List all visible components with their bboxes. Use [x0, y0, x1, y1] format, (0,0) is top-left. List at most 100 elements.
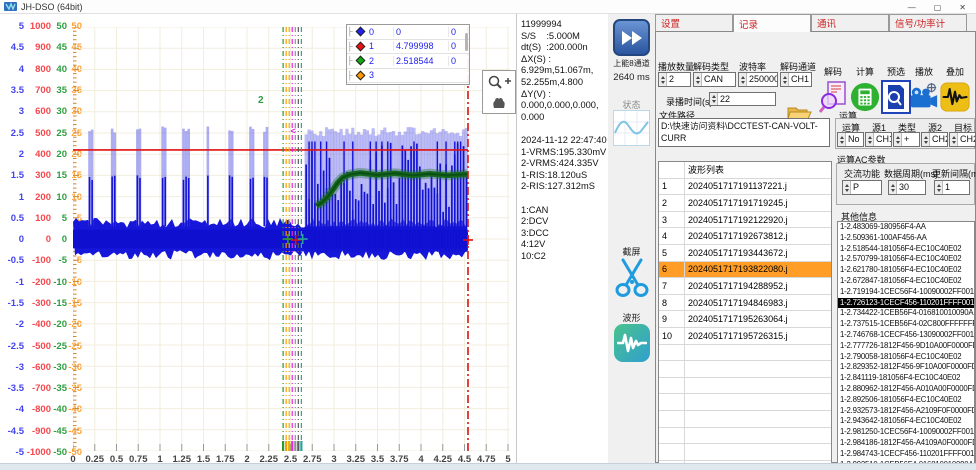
fast-forward-button[interactable]	[613, 19, 650, 56]
status-waveform-icon[interactable]	[613, 110, 650, 146]
wave-file-row[interactable]	[659, 394, 831, 411]
decoded-frame-row[interactable]: 1-2.829352-1812F456-9F10A00F0000FD	[838, 362, 974, 373]
decoded-frame-row[interactable]: 1-2.984743-1CECF456-110201FFFF001100	[838, 449, 974, 460]
decoded-frame-row[interactable]: 1-2.719194-1CEC56F4-10090002FF001100	[838, 287, 974, 298]
op-src1-input[interactable]: CH1	[865, 132, 892, 147]
baud-rate-input[interactable]: 250000	[738, 72, 778, 87]
y-tick-label: 300	[24, 170, 51, 181]
decoded-frame-row[interactable]: 1-2.737515-1CEB56F4-02C800FFFFFFFFFF	[838, 319, 974, 330]
decoded-frame-row[interactable]: 1-2.984186-1812F456-A4109A0F0000FD	[838, 438, 974, 449]
decoded-frames-list[interactable]: 1-2.483069-180956F4-AA1-2.509361-100AF45…	[837, 221, 975, 470]
wave-file-row[interactable]: 62024051717193822080.j	[659, 262, 831, 279]
decoded-frame-row[interactable]: 1-2.672847-181056F4-EC10C40E02	[838, 276, 974, 287]
spinner-arrows[interactable]	[843, 181, 851, 194]
maximize-button[interactable]: ▢	[934, 3, 942, 12]
wave-file-row[interactable]: 22024051717191719245.j	[659, 195, 831, 212]
op-target-input[interactable]: CH2	[949, 132, 976, 147]
minimize-button[interactable]: —	[908, 3, 916, 12]
wave-file-row[interactable]: 92024051717195263064.j	[659, 311, 831, 328]
ac-function-input[interactable]: P	[842, 180, 882, 195]
tab-comm[interactable]: 通讯	[811, 14, 889, 31]
wave-file-row[interactable]	[659, 444, 831, 461]
file-path-value[interactable]: D:\快速访问资料\DCCTEST-CAN-VOLT-CURR	[658, 118, 830, 147]
decoded-frame-row[interactable]: 1-2.943642-181056F4-EC10C40E02	[838, 416, 974, 427]
record-time-input[interactable]: 22	[709, 92, 776, 106]
wave-file-row[interactable]	[659, 345, 831, 362]
decoded-frame-row[interactable]: 1-2.892506-181056F4-EC10C40E02	[838, 395, 974, 406]
wave-file-row[interactable]: 102024051717195726315.j	[659, 328, 831, 345]
wave-file-row[interactable]: 82024051717194846983.j	[659, 295, 831, 312]
y-tick-label: 25	[51, 128, 67, 139]
decoded-frame-row[interactable]: 1-2.734422-1CEB56F4-016810010090A15A	[838, 308, 974, 319]
screenshot-scissors-icon[interactable]	[614, 257, 650, 299]
channel-legend[interactable]: ├000├14.7999980├22.5185440├3	[346, 24, 470, 85]
spinner-arrows[interactable]	[894, 133, 902, 146]
spinner-arrows[interactable]	[935, 181, 943, 194]
spinner-arrows[interactable]	[950, 133, 958, 146]
y-tick-label: -10	[51, 277, 67, 288]
wave-file-row[interactable]: 42024051717192673812.j	[659, 228, 831, 245]
play-count-input[interactable]: 2	[658, 72, 691, 87]
pan-hand-icon[interactable]	[491, 95, 507, 110]
decoded-frame-row[interactable]: 1-2.841119-181056F4-EC10C40E02	[838, 373, 974, 384]
ac-interval-input[interactable]: 1	[934, 180, 970, 195]
decode-type-input[interactable]: CAN	[693, 72, 736, 87]
op-func-input[interactable]: No	[837, 132, 864, 147]
decode-channel-input[interactable]: CH1	[780, 72, 812, 87]
close-button[interactable]: ✕	[959, 3, 966, 12]
spinner-arrows[interactable]	[710, 93, 718, 105]
decoded-frame-row[interactable]: 1-2.509361-100AF456-AA	[838, 233, 974, 244]
wave-file-name: 2024051717195726315.j	[685, 331, 831, 341]
legend-scrollbar[interactable]	[465, 33, 468, 51]
y-tick-label: 500	[24, 128, 51, 139]
op-src2-input[interactable]: CH2	[921, 132, 948, 147]
decoded-frame-row[interactable]: 1-2.518544-181056F4-EC10C40E02	[838, 244, 974, 255]
preview-icon[interactable]	[881, 79, 911, 115]
y-axis-row: -3.5-700-35-35	[0, 378, 82, 399]
spinner-arrows[interactable]	[866, 133, 874, 146]
decoded-frame-row[interactable]: 1-2.483069-180956F4-AA	[838, 222, 974, 233]
wave-file-name: 2024051717193443672.j	[685, 248, 831, 258]
wave-file-row[interactable]: 32024051717192122920.j	[659, 212, 831, 229]
wave-file-row[interactable]	[659, 378, 831, 395]
wave-file-row[interactable]	[659, 411, 831, 428]
wave-file-row[interactable]: 52024051717193443672.j	[659, 245, 831, 262]
spinner-arrows[interactable]	[922, 133, 930, 146]
waveform-button[interactable]	[614, 324, 650, 362]
overlay-waveform-icon[interactable]	[940, 79, 970, 115]
tab-record[interactable]: 记录	[733, 14, 811, 32]
tab-settings[interactable]: 设置	[655, 14, 733, 31]
waveform-file-table[interactable]: 波形列表12024051717191137221.j22024051717191…	[658, 161, 832, 470]
decoded-frame-row[interactable]: 1-2.570799-181056F4-EC10C40E02	[838, 254, 974, 265]
spinner-arrows[interactable]	[889, 181, 897, 194]
ac-period-input[interactable]: 30	[888, 180, 926, 195]
spinner-arrows[interactable]	[781, 73, 789, 86]
y-tick-label: -600	[24, 362, 51, 373]
legend-row[interactable]: ├000	[347, 25, 469, 40]
wave-file-row[interactable]	[659, 361, 831, 378]
legend-row[interactable]: ├22.5185440	[347, 54, 469, 69]
spinner-arrows[interactable]	[739, 73, 747, 86]
tab-signal-power[interactable]: 信号/功率计	[889, 14, 967, 31]
decoded-frame-row[interactable]: 1-2.880962-1812F456-A010A00F0000FD	[838, 384, 974, 395]
decoded-frame-row[interactable]: 1-2.932573-1812F456-A2109F0F0000FD	[838, 406, 974, 417]
decoded-frame-row[interactable]: 1-2.726123-1CECF456-110201FFFF001100	[838, 298, 974, 309]
decoded-frame-row[interactable]: 1-2.790058-181056F4-EC10C40E02	[838, 352, 974, 363]
waveform-plot[interactable]: <2	[73, 27, 510, 451]
decoded-frame-row[interactable]: 1-2.981250-1CEC56F4-10090002FF001100	[838, 427, 974, 438]
decoded-frame-row[interactable]: 1-2.621780-181056F4-EC10C40E02	[838, 265, 974, 276]
op-type-input[interactable]: +	[893, 132, 920, 147]
decoded-frame-row[interactable]: 1-2.746768-1CECF456-13090002FF001100	[838, 330, 974, 341]
wave-file-row[interactable]: 12024051717191137221.j	[659, 179, 831, 196]
zoom-in-icon[interactable]	[486, 74, 512, 90]
spinner-arrows[interactable]	[659, 73, 667, 86]
spinner-arrows[interactable]	[838, 133, 846, 146]
spinner-arrows[interactable]	[694, 73, 702, 86]
legend-row[interactable]: ├14.7999980	[347, 40, 469, 55]
decoded-frame-row[interactable]: 1-2.777726-1812F456-9D10A00F0000FD	[838, 341, 974, 352]
legend-row[interactable]: ├3	[347, 69, 469, 84]
wave-row-number: 10	[659, 328, 685, 344]
wave-file-row[interactable]: 72024051717194288952.j	[659, 278, 831, 295]
wave-file-row[interactable]	[659, 428, 831, 445]
camera-icon[interactable]	[909, 79, 939, 115]
